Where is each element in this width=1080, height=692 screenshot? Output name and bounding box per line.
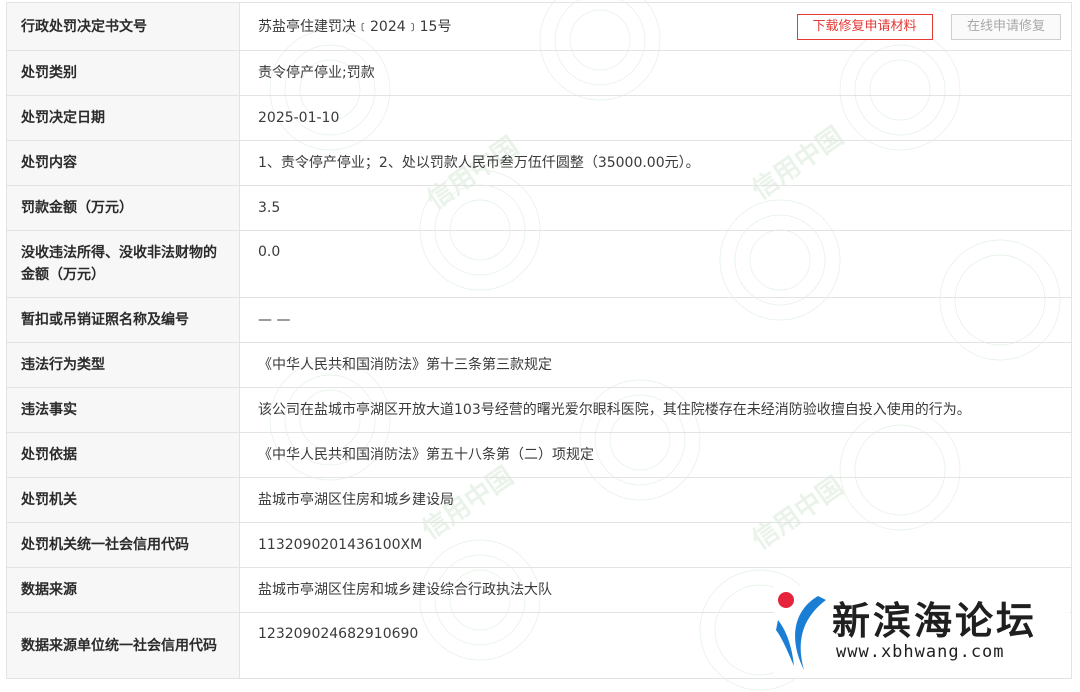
row-value: 1132090201436100XM (239, 522, 1072, 568)
table-row: 暂扣或吊销证照名称及编号 — — (6, 297, 1072, 343)
row-label: 数据来源单位统一社会信用代码 (6, 612, 240, 679)
row-label: 处罚机关 (6, 477, 240, 523)
download-repair-materials-button[interactable]: 下载修复申请材料 (796, 13, 933, 40)
table-row: 违法行为类型 《中华人民共和国消防法》第十三条第三款规定 (6, 342, 1072, 388)
row-label: 处罚机关统一社会信用代码 (6, 522, 240, 568)
row-value: 《中华人民共和国消防法》第五十八条第（二）项规定 (239, 432, 1072, 478)
row-value: 1、责令停产停业；2、处以罚款人民币叁万伍仟圆整（35000.00元）。 (239, 140, 1072, 186)
table-row: 没收违法所得、没收非法财物的金额（万元） 0.0 (6, 230, 1072, 298)
table-row: 处罚决定日期 2025-01-10 (6, 95, 1072, 141)
table-row: 处罚类别 责令停产停业;罚款 (6, 50, 1072, 96)
table-row: 行政处罚决定书文号 苏盐亭住建罚决﹝2024﹞15号 下载修复申请材料 在线申请… (6, 2, 1072, 51)
row-label: 处罚内容 (6, 140, 240, 186)
row-label: 罚款金额（万元） (6, 185, 240, 231)
forum-logo-url: www.xbhwang.com (836, 642, 1005, 662)
row-value: 2025-01-10 (239, 95, 1072, 141)
row-value: 3.5 (239, 185, 1072, 231)
table-row: 违法事实 该公司在盐城市亭湖区开放大道103号经营的曙光爱尔眼科医院，其住院楼存… (6, 387, 1072, 433)
table-row: 处罚依据 《中华人民共和国消防法》第五十八条第（二）项规定 (6, 432, 1072, 478)
row-label: 暂扣或吊销证照名称及编号 (6, 297, 240, 343)
row-label: 处罚依据 (6, 432, 240, 478)
row-label: 没收违法所得、没收非法财物的金额（万元） (6, 230, 240, 298)
forum-logo: 新滨海论坛 www.xbhwang.com (774, 586, 1070, 678)
row-label: 处罚决定日期 (6, 95, 240, 141)
row-label: 违法行为类型 (6, 342, 240, 388)
forum-logo-title: 新滨海论坛 (832, 599, 1038, 643)
row-label: 违法事实 (6, 387, 240, 433)
online-repair-application-button[interactable]: 在线申请修复 (950, 13, 1061, 40)
row-value: 0.0 (239, 230, 1072, 298)
row-value: 该公司在盐城市亭湖区开放大道103号经营的曙光爱尔眼科医院，其住院楼存在未经消防… (239, 387, 1072, 433)
row-label: 处罚类别 (6, 50, 240, 96)
row-value: 责令停产停业;罚款 (239, 50, 1072, 96)
table-row: 处罚机关统一社会信用代码 1132090201436100XM (6, 522, 1072, 568)
logo-blue-stroke (776, 620, 794, 666)
row-label: 数据来源 (6, 567, 240, 613)
logo-blue-crescent (795, 596, 826, 670)
penalty-record-page: 信用中国 信用中国 信用中国 信用中国 信用中国 行政处罚决定书文号 苏盐亭住建… (0, 0, 1080, 692)
table-row: 处罚内容 1、责令停产停业；2、处以罚款人民币叁万伍仟圆整（35000.00元）… (6, 140, 1072, 186)
row-value: — — (239, 297, 1072, 343)
table-row: 罚款金额（万元） 3.5 (6, 185, 1072, 231)
row-value: 《中华人民共和国消防法》第十三条第三款规定 (239, 342, 1072, 388)
penalty-info-table: 行政处罚决定书文号 苏盐亭住建罚决﹝2024﹞15号 下载修复申请材料 在线申请… (6, 2, 1072, 679)
row-value: 盐城市亭湖区住房和城乡建设局 (239, 477, 1072, 523)
logo-red-dot (778, 592, 794, 608)
row-label: 行政处罚决定书文号 (6, 2, 240, 51)
forum-logo-icon (776, 592, 826, 670)
decision-number: 苏盐亭住建罚决﹝2024﹞15号 (258, 18, 452, 35)
table-row: 处罚机关 盐城市亭湖区住房和城乡建设局 (6, 477, 1072, 523)
